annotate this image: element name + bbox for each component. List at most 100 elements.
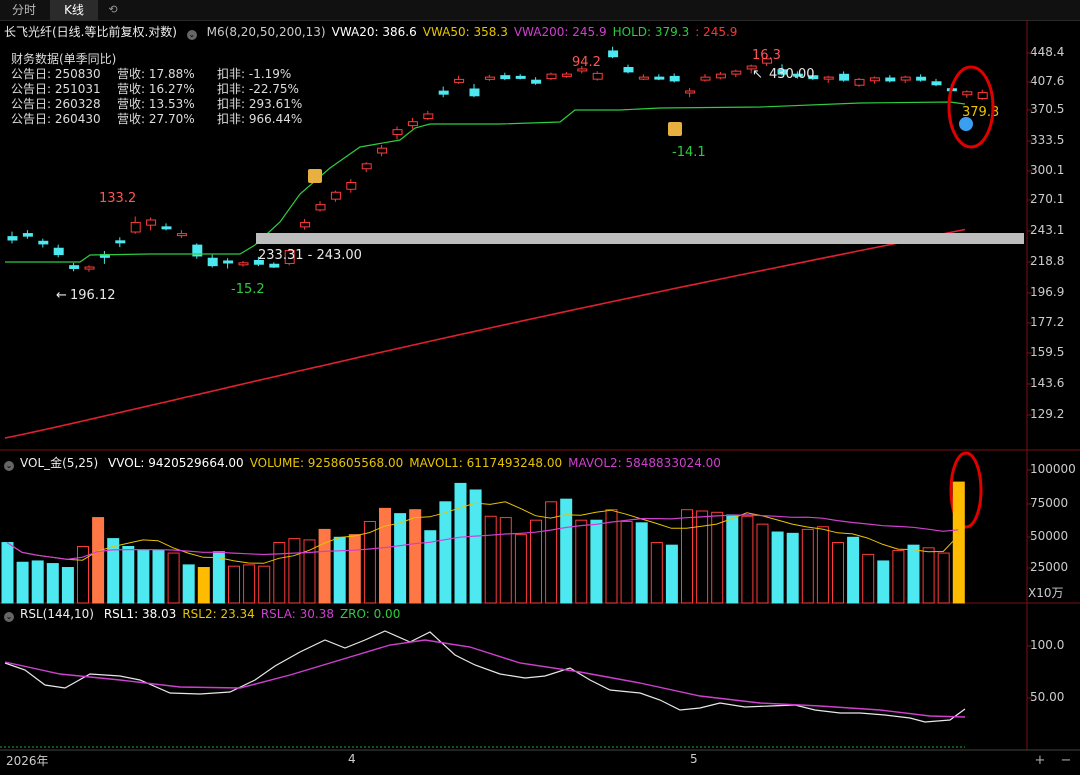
volume-bar [348, 534, 361, 604]
rsla-line [4, 639, 966, 718]
volume-bar [892, 549, 905, 604]
volume-bar [711, 511, 724, 604]
volume-bar [635, 522, 648, 604]
candle-body [454, 78, 465, 83]
volume-bar [122, 545, 135, 604]
volume-bar [605, 509, 618, 604]
label-high: 133.2 [99, 191, 136, 206]
volume-bar [499, 517, 512, 604]
gap-band [256, 233, 1024, 244]
candle-body [531, 79, 542, 84]
candle-body [731, 70, 742, 75]
candle-body [207, 257, 218, 267]
volume-bar [575, 519, 588, 604]
candle-body [885, 77, 896, 82]
candle-body [115, 240, 126, 244]
candle-body [346, 181, 357, 190]
volume-bar [590, 519, 603, 604]
candle-body [22, 233, 33, 237]
volume-bar [409, 509, 422, 604]
volume-bar [333, 536, 346, 604]
volume-bar [46, 563, 59, 604]
mavol1-line [6, 501, 959, 564]
candle-body [546, 73, 557, 80]
volume-bar [952, 481, 965, 604]
volume-bar [801, 528, 814, 604]
candle-body [500, 75, 511, 80]
candle-body [377, 147, 388, 154]
volume-bar [484, 515, 497, 604]
candle-body [977, 92, 988, 99]
candle-body [669, 75, 680, 82]
volume-bar [756, 523, 769, 604]
volume-bar [877, 560, 890, 604]
candle-body [38, 240, 49, 245]
volume-bar [741, 515, 754, 604]
volume-bar [303, 539, 316, 604]
volume-bar [816, 526, 829, 604]
candle-body [176, 233, 187, 237]
volume-bar [152, 549, 165, 604]
volume-bar [696, 510, 709, 604]
volume-bar [379, 507, 391, 604]
mavol2-line [6, 514, 959, 561]
rsl1-line [4, 630, 966, 723]
volume-bar [454, 482, 467, 604]
candle-body [700, 76, 711, 81]
candle-body [515, 75, 526, 79]
candle-body [7, 236, 18, 241]
volume-bar [907, 544, 920, 604]
label-peak: 430.00 [769, 67, 815, 82]
candle-body [654, 76, 665, 80]
candle-body [638, 76, 649, 80]
candle-body [869, 77, 880, 82]
candle-body [361, 163, 372, 170]
candle-body [900, 76, 911, 81]
volume-bar [862, 553, 875, 604]
volume-bar [620, 521, 633, 604]
volume-bar [318, 528, 331, 604]
volume-bar [16, 561, 29, 604]
candle-body [715, 73, 726, 79]
volume-bar [786, 532, 799, 604]
candle-body [392, 129, 403, 135]
volume-bar [832, 542, 844, 604]
candle-body [223, 260, 234, 264]
candle-body [407, 121, 418, 127]
label-high: 16.3 [752, 48, 781, 63]
candle-body [69, 265, 80, 269]
volume-bar [197, 567, 210, 604]
candle-body [931, 81, 942, 86]
marker-icon [308, 169, 322, 183]
volume-bar [137, 549, 150, 604]
candle-body [484, 76, 495, 80]
candle-body [592, 72, 603, 80]
label-high: 94.2 [572, 55, 601, 70]
candle-body [623, 66, 634, 73]
candle-body [839, 73, 850, 81]
candle-body [823, 76, 834, 80]
label-low: 196.12 [70, 288, 116, 303]
volume-bar [439, 501, 452, 604]
volume-bar [212, 551, 225, 604]
candle-body [330, 191, 341, 200]
volume-bar [469, 489, 482, 604]
candle-body [300, 221, 311, 228]
candle-body [685, 90, 696, 94]
volume-bar [847, 536, 860, 604]
candle-body [469, 88, 480, 97]
candle-body [561, 73, 572, 77]
volume-bar [681, 509, 693, 604]
volume-bar [288, 538, 301, 604]
candle-body [146, 219, 157, 226]
chart-canvas[interactable]: 133.2 196.12← -15.2 233.31 - 243.00 94.2 -14.… [0, 0, 1080, 775]
volume-bar [167, 552, 180, 604]
volume-bar [650, 542, 663, 604]
volume-bar [1, 542, 14, 604]
blue-dot-icon [959, 117, 973, 131]
arrow-icon: ← [56, 288, 67, 303]
arrow-icon: ↖ [752, 67, 763, 82]
volume-bar [31, 560, 44, 604]
label-low: -14.1 [672, 145, 706, 160]
candle-body [269, 263, 280, 268]
